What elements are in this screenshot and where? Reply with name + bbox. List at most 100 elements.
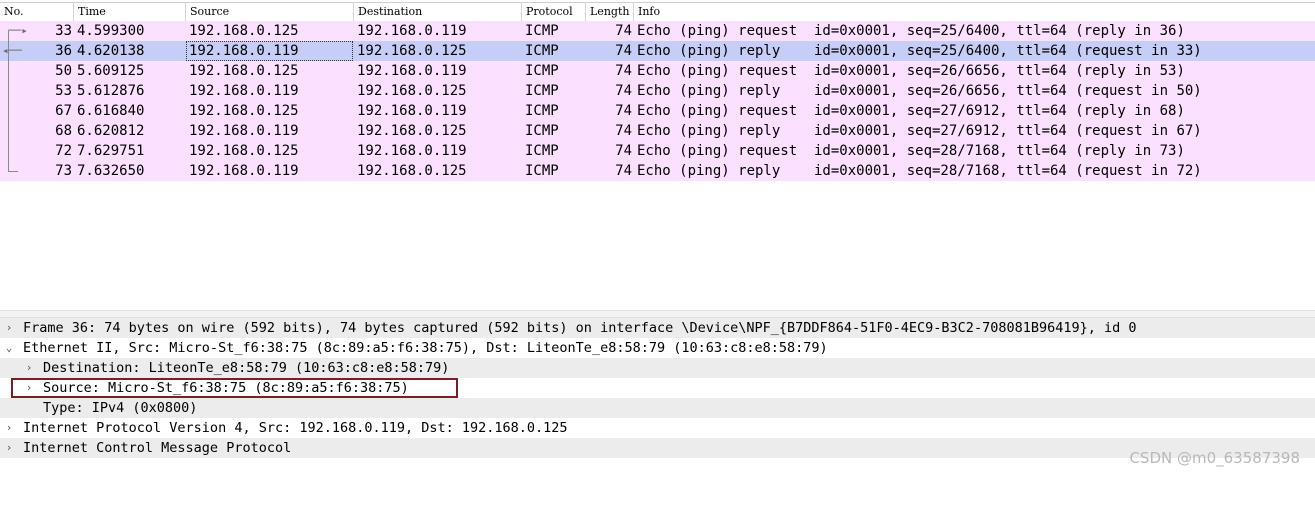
- packet-source: 192.168.0.119: [189, 123, 299, 139]
- reply-arrow-icon: ◂──: [2, 44, 22, 57]
- packet-info: Echo (ping) reply id=0x0001, seq=27/6912…: [637, 123, 1202, 139]
- detail-row-icmp[interactable]: › Internet Control Message Protocol: [0, 438, 1315, 458]
- detail-text: Type: IPv4 (0x0800): [43, 400, 198, 416]
- watermark: CSDN @m0_63587398: [1129, 449, 1300, 467]
- packet-time: 6.620812: [77, 123, 145, 139]
- column-header-protocol-label: Protocol: [526, 5, 573, 18]
- packet-source: 192.168.0.125: [189, 103, 299, 119]
- annotation-highlight-box: [11, 378, 458, 398]
- packet-time: 7.629751: [77, 143, 145, 159]
- packet-length: 74: [615, 83, 632, 99]
- packet-source: 192.168.0.125: [189, 63, 299, 79]
- chevron-right-icon[interactable]: ›: [3, 318, 15, 338]
- packet-row[interactable]: 53 5.612876 192.168.0.119 192.168.0.125 …: [0, 81, 1315, 101]
- packet-no: 53: [55, 83, 72, 99]
- packet-protocol: ICMP: [525, 163, 559, 179]
- packet-row[interactable]: 72 7.629751 192.168.0.125 192.168.0.119 …: [0, 141, 1315, 161]
- packet-protocol: ICMP: [525, 143, 559, 159]
- packet-protocol: ICMP: [525, 123, 559, 139]
- packet-source: 192.168.0.119: [189, 43, 299, 59]
- packet-destination: 192.168.0.119: [357, 103, 467, 119]
- packet-protocol: ICMP: [525, 63, 559, 79]
- packet-length: 74: [615, 143, 632, 159]
- detail-row-destination[interactable]: › Destination: LiteonTe_e8:58:79 (10:63:…: [0, 358, 1315, 378]
- packet-time: 5.609125: [77, 63, 145, 79]
- packet-length: 74: [615, 43, 632, 59]
- packet-row[interactable]: 67 6.616840 192.168.0.125 192.168.0.119 …: [0, 101, 1315, 121]
- column-header-destination-label: Destination: [358, 5, 423, 18]
- packet-length: 74: [615, 23, 632, 39]
- packet-row[interactable]: 73 7.632650 192.168.0.119 192.168.0.125 …: [0, 161, 1315, 181]
- packet-protocol: ICMP: [525, 103, 559, 119]
- packet-destination: 192.168.0.119: [357, 63, 467, 79]
- packet-info: Echo (ping) reply id=0x0001, seq=25/6400…: [637, 43, 1202, 59]
- packet-time: 4.620138: [77, 43, 145, 59]
- packet-list[interactable]: No. Time Source Destination Protocol Len…: [0, 0, 1315, 310]
- packet-protocol: ICMP: [525, 23, 559, 39]
- packet-time: 5.612876: [77, 83, 145, 99]
- packet-length: 74: [615, 63, 632, 79]
- packet-no: 72: [55, 143, 72, 159]
- packet-source: 192.168.0.125: [189, 23, 299, 39]
- packet-info: Echo (ping) reply id=0x0001, seq=28/7168…: [637, 163, 1202, 179]
- packet-source: 192.168.0.119: [189, 163, 299, 179]
- detail-row-type[interactable]: Type: IPv4 (0x0800): [0, 398, 1315, 418]
- packet-list-header: No. Time Source Destination Protocol Len…: [0, 2, 1315, 22]
- pane-splitter[interactable]: [0, 310, 1315, 318]
- packet-info: Echo (ping) request id=0x0001, seq=27/69…: [637, 103, 1185, 119]
- packet-info: Echo (ping) request id=0x0001, seq=28/71…: [637, 143, 1185, 159]
- column-header-time[interactable]: Time: [74, 3, 186, 21]
- packet-protocol: ICMP: [525, 43, 559, 59]
- packet-row[interactable]: 50 5.609125 192.168.0.125 192.168.0.119 …: [0, 61, 1315, 81]
- detail-text: Frame 36: 74 bytes on wire (592 bits), 7…: [23, 320, 1137, 336]
- column-header-source[interactable]: Source: [186, 3, 354, 21]
- request-arrow-icon: ──▸: [8, 24, 28, 37]
- column-header-info[interactable]: Info: [634, 3, 1315, 21]
- packet-length: 74: [615, 163, 632, 179]
- packet-time: 4.599300: [77, 23, 145, 39]
- packet-rows: 33 4.599300 192.168.0.125 192.168.0.119 …: [0, 21, 1315, 181]
- column-header-destination[interactable]: Destination: [354, 3, 522, 21]
- packet-row[interactable]: 33 4.599300 192.168.0.125 192.168.0.119 …: [0, 21, 1315, 41]
- packet-row-selected[interactable]: 36 4.620138 192.168.0.119 192.168.0.125 …: [0, 41, 1315, 61]
- column-header-length-label: Length: [590, 5, 630, 18]
- packet-info: Echo (ping) request id=0x0001, seq=26/66…: [637, 63, 1185, 79]
- detail-text: Internet Control Message Protocol: [23, 440, 292, 456]
- packet-time: 6.616840: [77, 103, 145, 119]
- column-header-info-label: Info: [638, 5, 661, 18]
- packet-no: 67: [55, 103, 72, 119]
- packet-destination: 192.168.0.125: [357, 163, 467, 179]
- column-header-length[interactable]: Length: [586, 3, 634, 21]
- detail-row-frame[interactable]: › Frame 36: 74 bytes on wire (592 bits),…: [0, 318, 1315, 338]
- detail-row-ethernet[interactable]: ⌄ Ethernet II, Src: Micro-St_f6:38:75 (8…: [0, 338, 1315, 358]
- chevron-right-icon[interactable]: ›: [3, 438, 15, 458]
- packet-length: 74: [615, 123, 632, 139]
- column-header-no-label: No.: [4, 5, 24, 18]
- column-header-no[interactable]: No.: [0, 3, 74, 21]
- packet-destination: 192.168.0.125: [357, 83, 467, 99]
- detail-text: Destination: LiteonTe_e8:58:79 (10:63:c8…: [43, 360, 450, 376]
- packet-destination: 192.168.0.125: [357, 43, 467, 59]
- packet-row[interactable]: 68 6.620812 192.168.0.119 192.168.0.125 …: [0, 121, 1315, 141]
- packet-length: 74: [615, 103, 632, 119]
- detail-text: Ethernet II, Src: Micro-St_f6:38:75 (8c:…: [23, 340, 828, 356]
- detail-text: Internet Protocol Version 4, Src: 192.16…: [23, 420, 568, 436]
- packet-protocol: ICMP: [525, 83, 559, 99]
- column-header-time-label: Time: [78, 5, 106, 18]
- column-header-source-label: Source: [190, 5, 230, 18]
- packet-no: 68: [55, 123, 72, 139]
- conversation-bracket-end: [8, 171, 18, 172]
- detail-row-ipv4[interactable]: › Internet Protocol Version 4, Src: 192.…: [0, 418, 1315, 438]
- packet-no: 50: [55, 63, 72, 79]
- packet-destination: 192.168.0.119: [357, 23, 467, 39]
- packet-time: 7.632650: [77, 163, 145, 179]
- packet-info: Echo (ping) reply id=0x0001, seq=26/6656…: [637, 83, 1202, 99]
- packet-destination: 192.168.0.125: [357, 123, 467, 139]
- packet-source: 192.168.0.125: [189, 143, 299, 159]
- packet-source: 192.168.0.119: [189, 83, 299, 99]
- chevron-right-icon[interactable]: ›: [23, 358, 35, 378]
- packet-destination: 192.168.0.119: [357, 143, 467, 159]
- chevron-right-icon[interactable]: ›: [3, 418, 15, 438]
- chevron-down-icon[interactable]: ⌄: [3, 338, 15, 358]
- column-header-protocol[interactable]: Protocol: [522, 3, 586, 21]
